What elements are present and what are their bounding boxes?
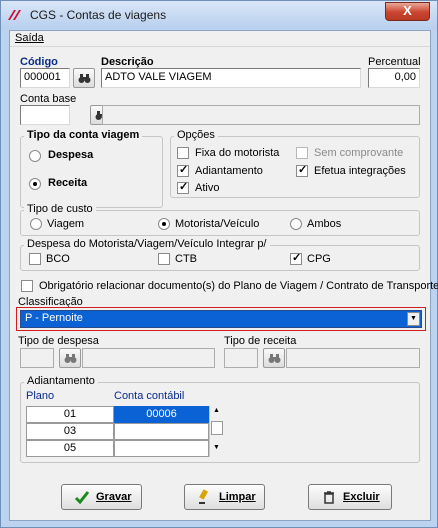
binoculars-icon [78,74,91,83]
excluir-button[interactable]: Excluir [308,484,392,510]
form-area: Saída Código 000001 Descrição ADTO VALE … [9,30,438,521]
efetua-integracoes-checkbox[interactable] [296,163,308,177]
receita-label: Receita [48,177,88,189]
trash-icon [324,491,334,504]
bco-label: BCO [46,253,70,265]
limpar-button[interactable]: Limpar [184,484,265,510]
efetua-integracoes-label: Efetua integrações [314,165,406,177]
conta-base-label: Conta base [20,93,77,105]
codigo-label: Código [20,56,58,68]
scroll-up-icon[interactable]: ▲ [213,407,220,414]
scroll-down-icon[interactable]: ▼ [213,444,220,451]
bco-checkbox[interactable] [29,253,41,265]
adiantamento-checkbox[interactable] [177,163,189,177]
eraser-brush-icon [199,489,209,504]
despesa-radio[interactable] [29,150,41,162]
fixa-motorista-label: Fixa do motorista [195,147,280,159]
ctb-label: CTB [175,253,197,265]
table-row-conta[interactable] [114,423,209,440]
app-logo-icon [8,10,21,20]
conta-base-input[interactable] [20,105,70,125]
tipo-conta-group [20,136,163,208]
scroll-thumb[interactable] [211,421,223,435]
sem-comprovante-checkbox[interactable] [296,147,308,159]
codigo-input[interactable]: 000001 [20,68,70,88]
table-row-plano[interactable]: 03 [26,423,114,440]
tipo-conta-legend: Tipo da conta viagem [24,129,143,141]
motorista-veiculo-label: Motorista/Veículo [175,218,260,230]
chevron-down-icon[interactable]: ▼ [407,312,420,326]
window-title: CGS - Contas de viagens [30,8,167,22]
classificacao-value: P - Pernoite [25,312,83,324]
ambos-label: Ambos [307,218,342,230]
sem-comprovante-label: Sem comprovante [314,147,404,159]
binoculars-icon [268,354,281,363]
gravar-button[interactable]: Gravar [61,484,142,510]
codigo-search-button[interactable] [73,68,95,88]
tipo-custo-legend: Tipo de custo [24,203,96,215]
tipo-despesa-input[interactable] [20,348,54,368]
percentual-input[interactable]: 0,00 [368,68,420,88]
table-row-conta[interactable] [114,440,209,457]
app-window: CGS - Contas de viagens X Saída Código 0… [0,0,438,528]
ativo-label: Ativo [195,182,220,194]
obrigatorio-checkbox[interactable] [21,280,33,292]
obrigatorio-label: Obrigatório relacionar documento(s) do P… [39,280,438,292]
cpg-checkbox[interactable] [290,251,302,265]
classificacao-select[interactable]: P - Pernoite ▼ [20,310,422,328]
opcoes-legend: Opções [174,129,218,141]
tipo-receita-search-button[interactable] [263,348,285,368]
adiantamento-label: Adiantamento [195,165,263,177]
checkmark-icon [74,491,90,505]
title-bar[interactable]: CGS - Contas de viagens X [1,1,437,29]
viagem-radio[interactable] [30,218,42,230]
tipo-receita-label: Tipo de receita [224,335,297,347]
ctb-checkbox[interactable] [158,253,170,265]
table-row-plano[interactable]: 01 [26,406,114,423]
classificacao-highlight: P - Pernoite ▼ [16,307,426,331]
conta-base-description [102,105,420,125]
tipo-despesa-search-button[interactable] [59,348,81,368]
ambos-radio[interactable] [290,218,302,230]
close-button[interactable]: X [385,2,430,21]
menu-saida[interactable]: Saída [15,32,44,44]
col-plano-header: Plano [26,389,114,406]
tipo-despesa-description [82,348,215,368]
receita-radio[interactable] [29,178,41,190]
integrar-legend: Despesa do Motorista/Viagem/Veículo Inte… [24,238,270,250]
tipo-receita-description [286,348,420,368]
tipo-receita-input[interactable] [224,348,258,368]
menu-bar: Saída [10,31,430,47]
percentual-label: Percentual [368,56,421,68]
col-conta-header: Conta contábil [114,389,209,406]
fixa-motorista-checkbox[interactable] [177,147,189,159]
adiantamento-legend: Adiantamento [24,375,98,387]
grid-scrollbar[interactable]: ▲ ▼ [209,406,224,457]
despesa-label: Despesa [48,149,94,161]
viagem-label: Viagem [47,218,85,230]
ativo-checkbox[interactable] [177,180,189,194]
cpg-label: CPG [307,253,331,265]
table-row-conta[interactable]: 00006 [114,406,209,423]
descricao-label: Descrição [101,56,154,68]
binoculars-icon [64,354,77,363]
tipo-despesa-label: Tipo de despesa [18,335,99,347]
table-row-plano[interactable]: 05 [26,440,114,457]
motorista-veiculo-radio[interactable] [158,218,170,230]
descricao-input[interactable]: ADTO VALE VIAGEM [101,68,361,88]
